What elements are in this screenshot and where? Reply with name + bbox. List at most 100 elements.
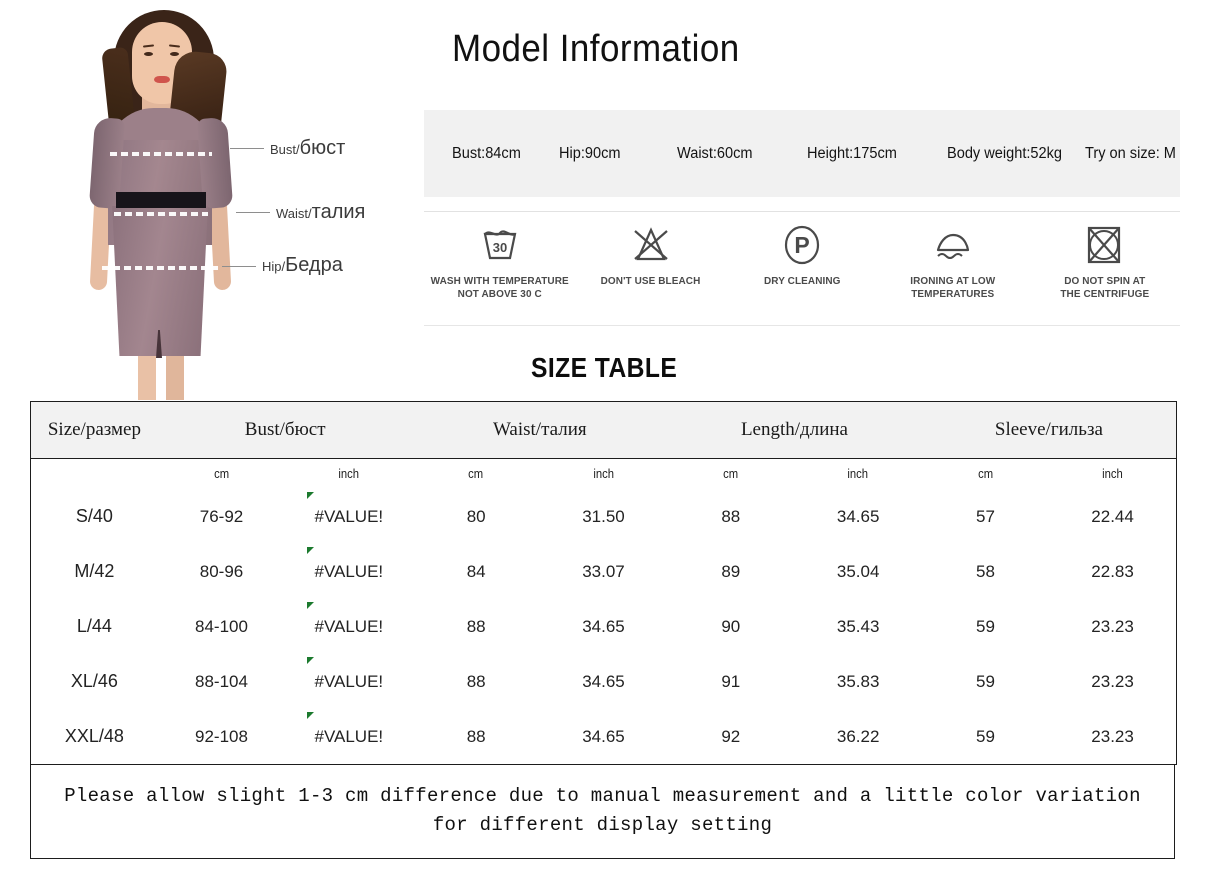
- excel-error-flag-icon: [306, 657, 314, 664]
- cell-waist-cm: 88: [466, 616, 486, 636]
- excel-error-flag-icon: [306, 602, 314, 609]
- cell-bust-inch: #VALUE!: [285, 709, 412, 765]
- cell-waist-cm: 88: [466, 671, 486, 691]
- table-row: L/44 84-100 #VALUE! 88 34.65 90 35.43 59…: [31, 599, 1177, 654]
- cell-bust-inch-text: #VALUE!: [314, 561, 384, 581]
- cell-waist-inch: 34.65: [582, 726, 625, 746]
- iron-low-temp-icon: [929, 222, 977, 268]
- cell-sleeve-cm: 59: [976, 671, 995, 691]
- model-stat-body-weight: Body weight:52kg: [946, 144, 1062, 162]
- model-stat-try-on-size: Try on size: M: [1085, 144, 1177, 162]
- care-label-no-spin: DO NOT SPIN AT THE CENTRIFUGE: [1059, 275, 1149, 301]
- care-item-wash: 30 WASH WITH TEMPERATURE NOT ABOVE 30 C: [424, 222, 575, 301]
- unit-cell-bust-cm: cm: [213, 467, 229, 481]
- table-row: XXL/48 92-108 #VALUE! 88 34.65 92 36.22 …: [31, 709, 1177, 765]
- cell-waist-cm: 84: [466, 561, 486, 581]
- model-photo: [62, 0, 262, 400]
- excel-error-flag-icon: [306, 712, 314, 719]
- cell-waist-inch: 33.07: [582, 561, 625, 581]
- unit-cell-waist-inch: inch: [593, 467, 614, 481]
- care-label-iron: IRONING AT LOW TEMPERATURES: [910, 275, 996, 301]
- cell-bust-inch-text: #VALUE!: [314, 671, 384, 691]
- dry-clean-p-circle-icon: P: [780, 222, 824, 268]
- unit-cell-sleeve-inch: inch: [1102, 467, 1123, 481]
- care-section-divider-top: [424, 211, 1180, 212]
- model-information-title: Model Information: [452, 28, 740, 70]
- model-arm-right: [209, 197, 232, 291]
- cell-waist-inch: 34.65: [582, 616, 625, 636]
- care-label-bleach: DON'T USE BLEACH: [600, 275, 701, 287]
- unit-cell-sleeve-cm: cm: [977, 467, 993, 481]
- leader-line-bust: [230, 148, 264, 149]
- svg-text:30: 30: [492, 240, 506, 255]
- size-table-head: Size/размер Bust/бюст Waist/талия Length…: [30, 401, 1177, 459]
- cell-length-cm: 89: [721, 561, 741, 581]
- model-stat-hip: Hip:90cm: [559, 144, 621, 162]
- size-table-container: Size/размер Bust/бюст Waist/талия Length…: [30, 401, 1177, 765]
- cell-sleeve-cm: 59: [976, 726, 995, 746]
- size-table-group-header-row: Size/размер Bust/бюст Waist/талия Length…: [30, 401, 1177, 459]
- cell-waist-inch: 31.50: [582, 506, 625, 526]
- col-header-waist: Waist/талия: [412, 401, 668, 459]
- unit-cell-waist-cm: cm: [468, 467, 484, 481]
- cell-size: L/44: [76, 616, 112, 636]
- cell-bust-inch-text: #VALUE!: [314, 616, 384, 636]
- unit-cell-length-cm: cm: [723, 467, 739, 481]
- cell-length-inch: 36.22: [836, 726, 880, 746]
- care-item-no-spin: DO NOT SPIN AT THE CENTRIFUGE: [1029, 222, 1180, 301]
- size-table-unit-header-row: cm inch cm inch cm inch cm inch: [30, 458, 1177, 490]
- cell-size: XL/46: [70, 671, 118, 691]
- cell-waist-cm: 88: [466, 726, 486, 746]
- measurement-label-hip: Hip/Бедра: [262, 255, 343, 275]
- excel-error-flag-icon: [306, 547, 314, 554]
- cell-sleeve-cm: 57: [976, 506, 995, 526]
- table-row: M/42 80-96 #VALUE! 84 33.07 89 35.04 58 …: [31, 544, 1177, 599]
- size-table-title: SIZE TABLE: [0, 352, 1208, 384]
- svg-text:P: P: [794, 232, 809, 258]
- col-header-size: Size/размер: [30, 401, 158, 459]
- cell-sleeve-inch: 23.23: [1091, 726, 1134, 746]
- measurement-label-bust-en: Bust/: [270, 142, 300, 157]
- measurement-label-waist-en: Waist/: [276, 206, 312, 221]
- care-item-dry-clean: P DRY CLEANING: [726, 222, 877, 288]
- cell-sleeve-inch: 22.83: [1091, 561, 1134, 581]
- model-lips: [154, 76, 170, 83]
- unit-cell-length-inch: inch: [847, 467, 869, 481]
- dress-belt: [116, 192, 206, 208]
- table-row: S/40 76-92 #VALUE! 80 31.50 88 34.65 57 …: [31, 489, 1177, 544]
- cell-size: S/40: [75, 506, 113, 526]
- care-section-divider-bottom: [424, 325, 1180, 326]
- measurement-label-bust-ru: бюст: [299, 137, 346, 159]
- cell-length-cm: 90: [721, 616, 741, 636]
- cell-size: XXL/48: [64, 726, 124, 746]
- care-label-dry-clean: DRY CLEANING: [763, 275, 841, 287]
- cell-length-cm: 88: [721, 506, 741, 526]
- measurement-label-waist: Waist/талия: [276, 202, 365, 222]
- cell-waist-inch: 34.65: [582, 671, 625, 691]
- measurement-label-hip-en: Hip/: [262, 259, 286, 274]
- model-eye-left: [144, 52, 153, 56]
- care-item-bleach: DON'T USE BLEACH: [575, 222, 726, 288]
- col-header-sleeve: Sleeve/гильза: [921, 401, 1177, 459]
- cell-length-inch: 34.65: [836, 506, 880, 526]
- cell-bust-inch-text: #VALUE!: [314, 506, 384, 526]
- cell-bust-inch: #VALUE!: [285, 599, 412, 654]
- cell-bust-cm: 76-92: [199, 506, 244, 526]
- cell-length-cm: 91: [721, 671, 741, 691]
- cell-sleeve-inch: 23.23: [1091, 671, 1134, 691]
- model-eye-right: [170, 52, 179, 56]
- no-bleach-triangle-icon: [629, 222, 673, 268]
- cell-sleeve-inch: 23.23: [1091, 616, 1134, 636]
- cell-sleeve-inch: 22.44: [1091, 506, 1134, 526]
- measurement-disclaimer-text: Please allow slight 1-3 cm difference du…: [64, 784, 1141, 836]
- col-header-bust: Bust/бюст: [157, 401, 413, 459]
- cell-sleeve-cm: 58: [976, 561, 995, 581]
- excel-error-flag-icon: [306, 492, 314, 499]
- care-item-iron: IRONING AT LOW TEMPERATURES: [878, 222, 1029, 301]
- wash-30-basin-icon: 30: [478, 222, 522, 268]
- measurement-label-bust: Bust/бюст: [270, 138, 345, 158]
- col-header-length: Length/длина: [667, 401, 922, 459]
- no-spin-centrifuge-icon: [1082, 222, 1126, 268]
- unit-cell-bust-inch: inch: [338, 467, 360, 481]
- size-table-title-text: SIZE TABLE: [530, 352, 678, 383]
